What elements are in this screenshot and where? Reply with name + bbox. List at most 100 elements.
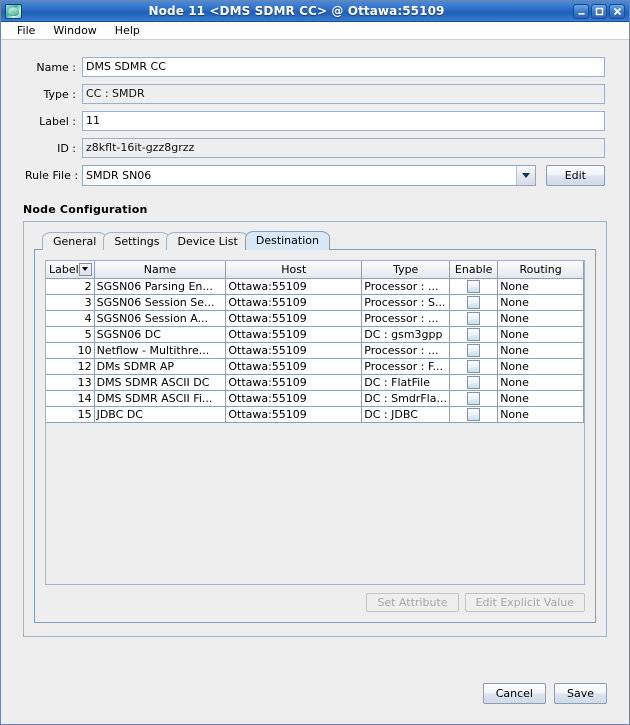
table-row[interactable]: 13 DMS SDMR ASCII DC Ottawa:55109 DC : Flat… xyxy=(46,374,584,391)
cancel-button[interactable]: Cancel xyxy=(482,683,546,704)
node-form: Name : DMS SDMR CC Type : CC : SMDR Labe… xyxy=(1,41,629,186)
column-header-name[interactable]: Name xyxy=(94,261,227,279)
cell-host: Ottawa:55109 xyxy=(225,310,363,327)
destination-table: Label Name Host Type Enable Routing 2 SG… xyxy=(46,261,584,423)
column-header-enable[interactable]: Enable xyxy=(449,261,499,279)
column-header-routing[interactable]: Routing xyxy=(497,261,584,279)
close-icon[interactable] xyxy=(609,3,625,19)
table-row[interactable]: 4 SGSN06 Session A... Ottawa:55109 Processo… xyxy=(46,310,584,327)
destination-table-body: 2 SGSN06 Parsing En... Ottawa:55109 Process… xyxy=(46,278,584,423)
set-attribute-button[interactable]: Set Attribute xyxy=(366,593,459,612)
table-header-row: Label Name Host Type Enable Routing xyxy=(46,261,584,279)
cell-label: 15 xyxy=(46,406,95,423)
form-row-name: Name : DMS SDMR CC xyxy=(25,57,605,77)
title-bar: Node 11 <DMS SDMR CC> @ Ottawa:55109 xyxy=(1,1,629,22)
maximize-icon[interactable] xyxy=(591,3,607,19)
menu-bar: File Window Help xyxy=(1,22,629,40)
form-row-type: Type : CC : SMDR xyxy=(25,84,605,104)
sort-descending-icon[interactable] xyxy=(78,262,92,276)
node-configuration-title: Node Configuration xyxy=(23,203,148,216)
menu-help[interactable]: Help xyxy=(107,23,148,38)
cell-enable xyxy=(449,326,499,343)
cell-host: Ottawa:55109 xyxy=(225,406,363,423)
edit-rule-file-button[interactable]: Edit xyxy=(545,164,605,186)
enable-checkbox[interactable] xyxy=(467,359,481,373)
enable-checkbox[interactable] xyxy=(467,327,481,341)
node-configuration-group: Node Configuration General Settings Devi… xyxy=(23,203,607,637)
cell-label: 12 xyxy=(46,358,95,375)
tab-settings[interactable]: Settings xyxy=(103,232,171,250)
cell-name: SGSN06 Session Se... xyxy=(94,294,227,311)
column-header-type[interactable]: Type xyxy=(361,261,451,279)
cell-routing: None xyxy=(497,342,584,359)
cell-enable xyxy=(449,342,499,359)
enable-checkbox[interactable] xyxy=(467,407,481,421)
type-label: Type : xyxy=(43,87,76,101)
tab-device-list[interactable]: Device List xyxy=(166,232,249,250)
enable-checkbox[interactable] xyxy=(467,295,481,309)
column-header-label-text: Label xyxy=(49,262,79,276)
application-window: Node 11 <DMS SDMR CC> @ Ottawa:55109 Fil… xyxy=(0,0,630,725)
menu-window[interactable]: Window xyxy=(45,23,104,38)
table-row[interactable]: 3 SGSN06 Session Se... Ottawa:55109 Process… xyxy=(46,294,584,311)
cell-type: Processor : ... xyxy=(361,278,451,295)
tab-general[interactable]: General xyxy=(42,232,108,250)
cell-name: Netflow - Multithre... xyxy=(94,342,227,359)
edit-explicit-value-button[interactable]: Edit Explicit Value xyxy=(464,593,585,612)
name-input[interactable]: DMS SDMR CC xyxy=(82,57,605,77)
cell-label: 2 xyxy=(46,278,95,295)
cell-routing: None xyxy=(497,326,584,343)
chevron-down-icon[interactable] xyxy=(515,165,535,185)
cell-label: 3 xyxy=(46,294,95,311)
save-button[interactable]: Save xyxy=(553,683,607,704)
cell-name: DMs SDMR AP xyxy=(94,358,227,375)
cell-type: Processor : S... xyxy=(361,294,451,311)
cell-enable xyxy=(449,390,499,407)
cell-routing: None xyxy=(497,310,584,327)
cell-enable xyxy=(449,406,499,423)
enable-checkbox[interactable] xyxy=(467,279,481,293)
form-row-id: ID : z8kflt-16it-gzz8grzz xyxy=(25,138,605,158)
cell-name: JDBC DC xyxy=(94,406,227,423)
table-row[interactable]: 10 Netflow - Multithre... Ottawa:55109 Proc… xyxy=(46,342,584,359)
table-row[interactable]: 15 JDBC DC Ottawa:55109 DC : JDBC None xyxy=(46,406,584,423)
tab-destination[interactable]: Destination xyxy=(244,231,330,250)
id-label: ID : xyxy=(57,141,76,155)
rule-file-value: SMDR SN06 xyxy=(83,165,516,185)
cell-host: Ottawa:55109 xyxy=(225,358,363,375)
enable-checkbox[interactable] xyxy=(467,311,481,325)
cell-host: Ottawa:55109 xyxy=(225,342,363,359)
cell-host: Ottawa:55109 xyxy=(225,390,363,407)
enable-checkbox[interactable] xyxy=(467,391,481,405)
rule-file-label: Rule File : xyxy=(25,168,79,182)
table-row[interactable]: 2 SGSN06 Parsing En... Ottawa:55109 Process… xyxy=(46,278,584,295)
node-configuration-panel: General Settings Device List Destination xyxy=(23,221,607,637)
cell-type: Processor : F... xyxy=(361,358,451,375)
enable-checkbox[interactable] xyxy=(467,343,481,357)
cell-routing: None xyxy=(497,374,584,391)
cell-enable xyxy=(449,374,499,391)
minimize-icon[interactable] xyxy=(573,3,589,19)
table-row[interactable]: 14 DMS SDMR ASCII Fi... Ottawa:55109 DC : S… xyxy=(46,390,584,407)
cell-type: DC : FlatFile xyxy=(361,374,451,391)
type-value: CC : SMDR xyxy=(82,84,605,104)
cell-host: Ottawa:55109 xyxy=(225,278,363,295)
cell-type: DC : SmdrFla... xyxy=(361,390,451,407)
rule-file-select[interactable]: SMDR SN06 xyxy=(82,164,536,186)
column-header-label[interactable]: Label xyxy=(46,261,95,279)
cell-routing: None xyxy=(497,358,584,375)
cell-name: SGSN06 DC xyxy=(94,326,227,343)
cell-enable xyxy=(449,294,499,311)
label-input[interactable]: 11 xyxy=(82,111,605,131)
column-header-host[interactable]: Host xyxy=(225,261,363,279)
tab-strip: General Settings Device List Destination xyxy=(34,231,596,250)
destination-table-scroll[interactable]: Label Name Host Type Enable Routing 2 SG… xyxy=(45,260,585,585)
destination-tab-panel: Label Name Host Type Enable Routing 2 SG… xyxy=(34,249,596,623)
cell-type: DC : gsm3gpp xyxy=(361,326,451,343)
menu-file[interactable]: File xyxy=(9,23,43,38)
table-row[interactable]: 12 DMs SDMR AP Ottawa:55109 Processor : F..… xyxy=(46,358,584,375)
enable-checkbox[interactable] xyxy=(467,375,481,389)
window-controls xyxy=(573,3,625,19)
table-row[interactable]: 5 SGSN06 DC Ottawa:55109 DC : gsm3gpp None xyxy=(46,326,584,343)
cell-name: SGSN06 Parsing En... xyxy=(94,278,227,295)
